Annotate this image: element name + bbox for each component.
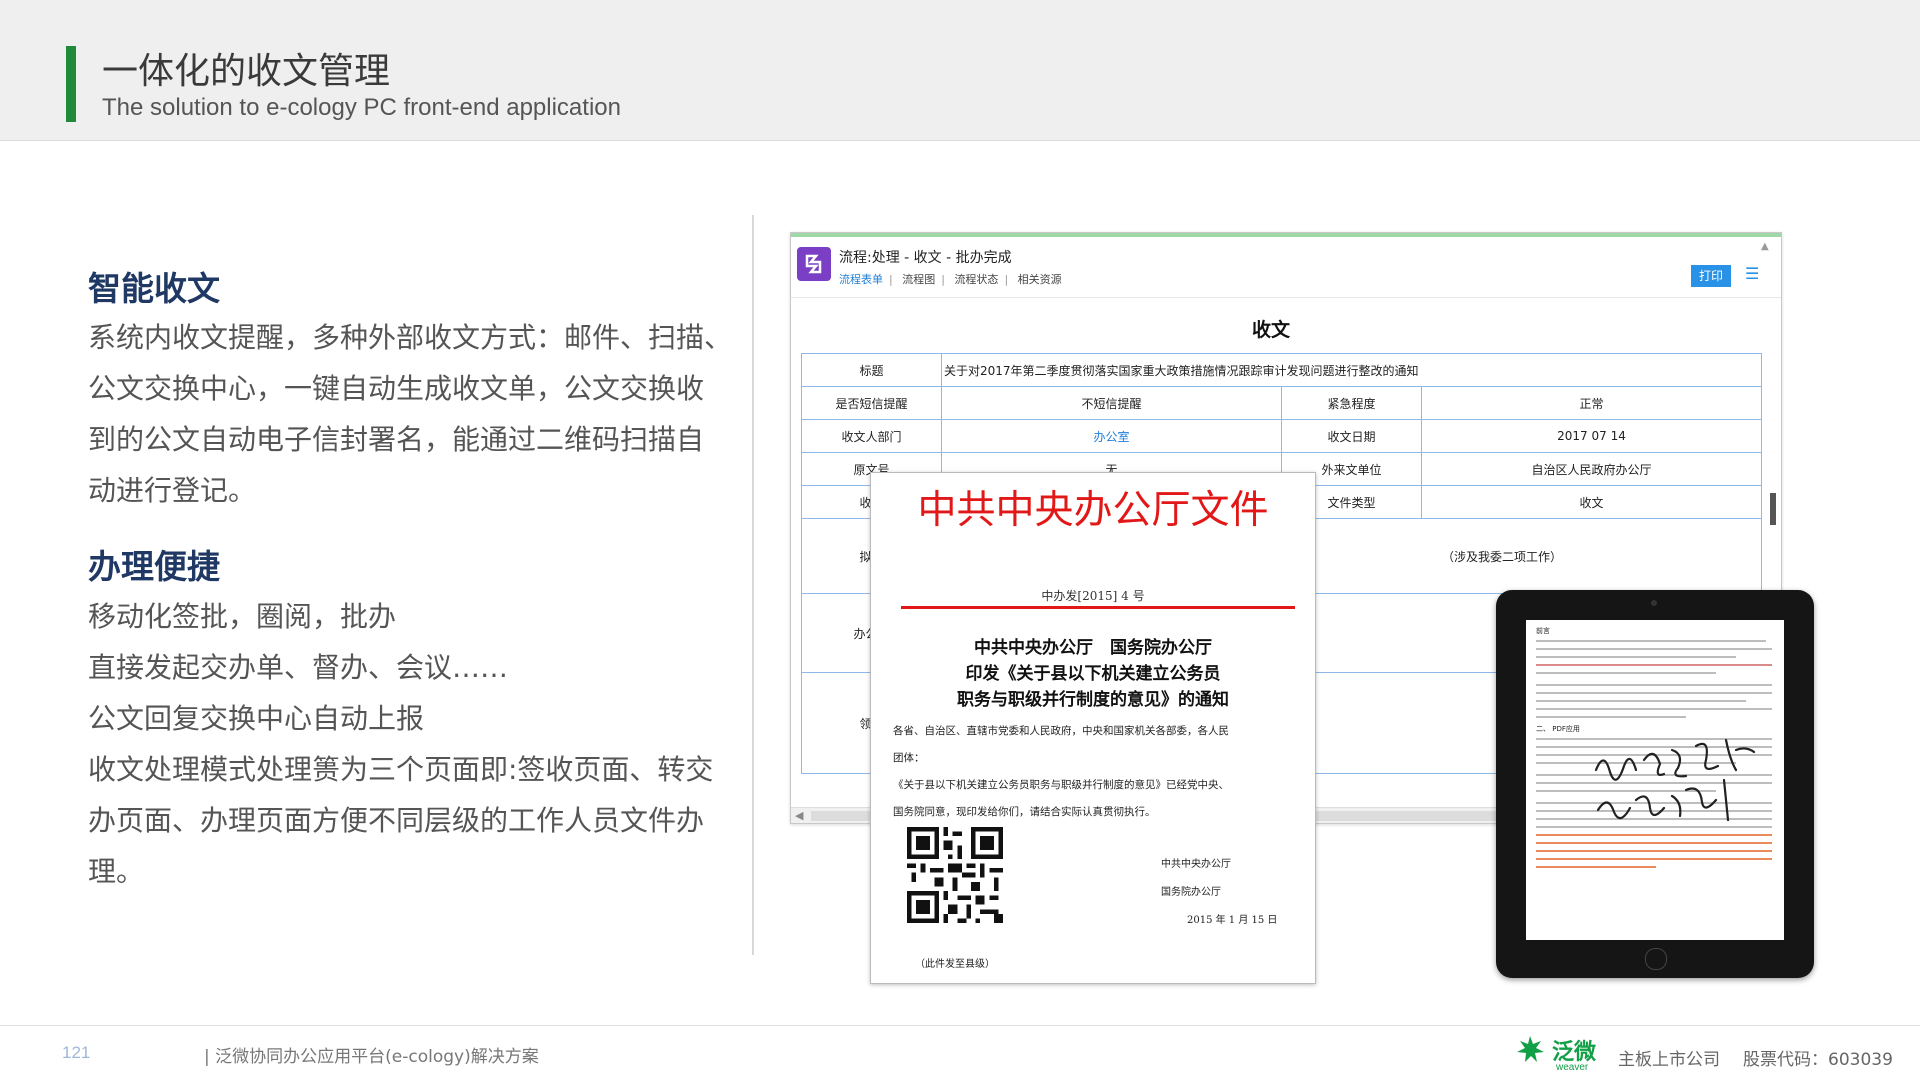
official-document-image: 中共中央办公厅文件 中办发[2015] 4 号 中共中央办公厅 国务院办公厅 印… [870, 472, 1316, 984]
tablet-device-image: 前言 二、 PDF应用 [1496, 590, 1814, 978]
page-title: 一体化的收文管理 [102, 51, 391, 92]
tablet-home-button [1645, 948, 1667, 970]
signature-line: 国务院办公厅 [1161, 887, 1221, 898]
form-divider [791, 297, 1781, 298]
form-label: 标题 [801, 353, 942, 387]
form-label: 紧急程度 [1281, 386, 1422, 420]
section2-line: 办页面、办理页面方便不同层级的工作人员文件办 [88, 804, 705, 837]
document-red-line [901, 606, 1295, 609]
document-distribution-note: （此件发至县级） [915, 959, 995, 970]
section-title-easy-handling: 办理便捷 [88, 547, 220, 586]
vertical-scrollbar[interactable] [1770, 493, 1776, 525]
tab-separator: | [889, 273, 893, 286]
signature-line: 2015 年 1 月 15 日 [1187, 915, 1278, 926]
document-number: 中办发[2015] 4 号 [1041, 589, 1145, 603]
section1-line: 动进行登记。 [88, 474, 257, 507]
header-accent-bar [66, 46, 76, 122]
menu-icon[interactable]: ☰ [1745, 266, 1761, 282]
document-type-field[interactable]: 收文 [1421, 485, 1762, 519]
table-row: 是否短信提醒 不短信提醒 紧急程度 正常 [801, 386, 1762, 420]
qr-code-icon[interactable] [907, 827, 1003, 923]
footer-divider [0, 1025, 1920, 1026]
weaver-brand-en: weaver [1556, 1062, 1589, 1073]
tab-separator: | [941, 273, 945, 286]
signature-line: 中共中央办公厅 [1161, 859, 1231, 870]
tab-separator: | [1004, 273, 1009, 286]
section-title-smart-receive: 智能收文 [88, 269, 220, 308]
scroll-left-icon[interactable]: ◀ [795, 809, 803, 822]
tab-flow-chart[interactable]: 流程图 [902, 273, 935, 286]
tab-flow-form[interactable]: 流程表单 [839, 273, 883, 286]
column-divider [752, 215, 754, 955]
tablet-screen: 前言 二、 PDF应用 [1526, 620, 1784, 940]
workflow-logo-icon [797, 247, 831, 281]
handwritten-annotation-icon [1594, 738, 1756, 822]
department-link[interactable]: 办公室 [941, 419, 1282, 453]
tablet-camera [1651, 600, 1657, 606]
page-subtitle: The solution to e-cology PC front-end ap… [102, 94, 621, 121]
table-row: 收文人部门 办公室 收文日期 2017 07 14 [801, 419, 1762, 453]
document-body-line: 《关于县以下机关建立公务员职务与职级并行制度的意见》已经党中央、 [893, 779, 1229, 791]
footer-stock-code: 股票代码：603039 [1743, 1050, 1893, 1070]
page-number: 121 [62, 1043, 91, 1062]
form-label: 是否短信提醒 [801, 386, 942, 420]
section2-line: 直接发起交办单、督办、会议…… [88, 651, 509, 684]
section2-line: 移动化签批，圈阅，批办 [88, 600, 397, 633]
section1-line: 公文交换中心，一键自动生成收文单，公文交换收 [88, 372, 705, 405]
document-signature: 中共中央办公厅 国务院办公厅 2015 年 1 月 15 日 [1161, 851, 1277, 935]
tab-related-resources[interactable]: 相关资源 [1018, 273, 1062, 286]
section2-paragraph: 移动化签批，圈阅，批办 直接发起交办单、督办、会议…… 公文回复交换中心自动上报… [88, 591, 738, 897]
document-body-line: 各省、自治区、直辖市党委和人民政府，中央和国家机关各部委，各人民 [893, 725, 1229, 737]
section2-line: 公文回复交换中心自动上报 [88, 702, 425, 735]
section2-line: 收文处理模式处理篑为三个页面即:签收页面、转交 [88, 753, 714, 786]
form-top-progress [791, 233, 1781, 237]
document-title: 中共中央办公厅 国务院办公厅 印发《关于县以下机关建立公务员 职务与职级并行制度… [871, 635, 1315, 713]
document-red-header: 中共中央办公厅文件 [917, 488, 1269, 533]
form-heading: 收文 [1251, 319, 1290, 341]
section1-line: 系统内收文提醒，多种外部收文方式：邮件、扫描、 [88, 321, 733, 354]
document-title-line: 职务与职级并行制度的意见》的通知 [957, 690, 1229, 710]
form-label: 收文日期 [1281, 419, 1422, 453]
footer-company-type: 主板上市公司 [1618, 1050, 1720, 1070]
print-button[interactable]: 打印 [1691, 265, 1731, 287]
document-title-field[interactable]: 关于对2017年第二季度贯彻落实国家重大政策措施情况跟踪审计发现问题进行整改的通… [941, 353, 1762, 387]
sms-reminder-field[interactable]: 不短信提醒 [941, 386, 1282, 420]
document-body-line: 团体： [893, 752, 925, 764]
tablet-doc-heading: 前言 [1536, 627, 1550, 635]
document-title-line: 印发《关于县以下机关建立公务员 [965, 664, 1221, 684]
footer-solution-text: | 泛微协同办公应用平台(e-cology)解决方案 [204, 1047, 539, 1067]
document-body: 各省、自治区、直辖市党委和人民政府，中央和国家机关各部委，各人民 团体： 《关于… [893, 718, 1293, 826]
scroll-up-icon[interactable]: ▲ [1761, 241, 1773, 253]
tablet-doc-section: 二、 PDF应用 [1536, 725, 1580, 733]
section1-line: 到的公文自动电子信封署名，能通过二维码扫描自 [88, 423, 705, 456]
flow-title: 流程:处理 - 收文 - 批办完成 [839, 250, 1012, 266]
section1-paragraph: 系统内收文提醒，多种外部收文方式：邮件、扫描、 公文交换中心，一键自动生成收文单… [88, 312, 738, 516]
table-row: 标题 关于对2017年第二季度贯彻落实国家重大政策措施情况跟踪审计发现问题进行整… [801, 353, 1762, 387]
document-body-line: 国务院同意，现印发给你们，请结合实际认真贯彻执行。 [893, 806, 1156, 818]
urgency-field[interactable]: 正常 [1421, 386, 1762, 420]
document-title-line: 中共中央办公厅 国务院办公厅 [974, 638, 1212, 658]
section2-line: 理。 [88, 855, 145, 888]
receipt-date-field[interactable]: 2017 07 14 [1421, 419, 1762, 453]
form-tab-bar: 流程表单 | 流程图 | 流程状态 | 相关资源 [839, 271, 1068, 287]
form-label: 收文人部门 [801, 419, 942, 453]
tab-flow-status[interactable]: 流程状态 [954, 273, 998, 286]
external-unit-field[interactable]: 自治区人民政府办公厅 [1421, 452, 1762, 486]
